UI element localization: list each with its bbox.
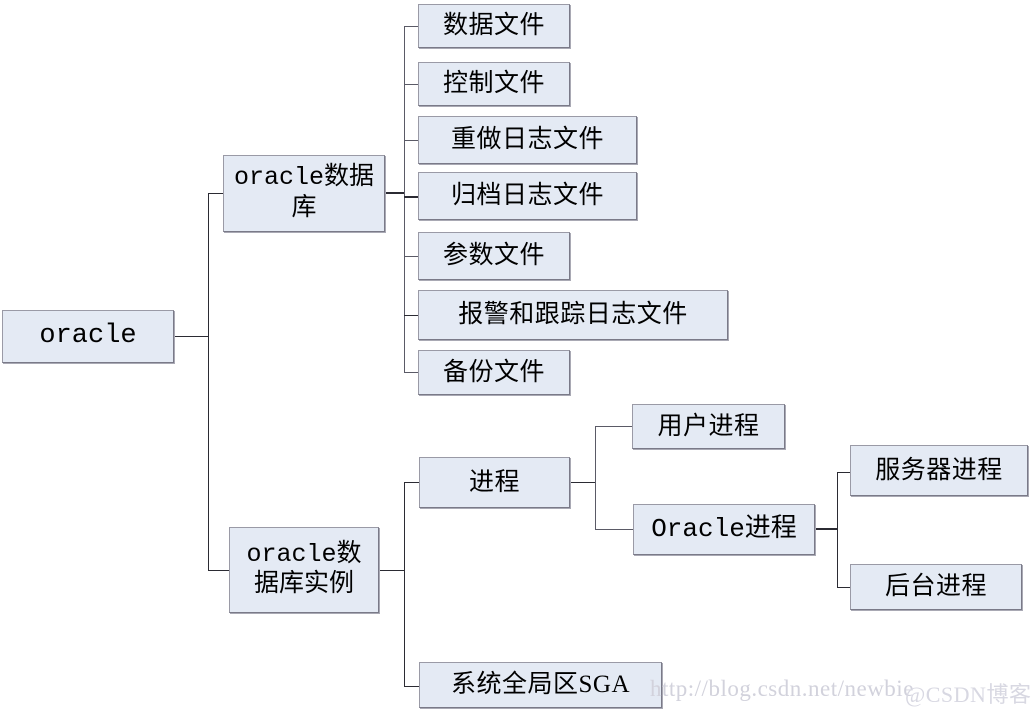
connector-oracle-process-to-server-process xyxy=(837,472,851,473)
connector-database-to-file-5 xyxy=(404,256,419,257)
connector-instance-spine xyxy=(404,482,405,687)
connector-database-to-file-7 xyxy=(404,372,419,373)
connector-database-to-file-3 xyxy=(404,140,419,141)
connector-database-to-file-4 xyxy=(404,196,419,198)
connector-database-stem xyxy=(385,192,405,194)
connector-database-spine xyxy=(404,26,405,372)
node-server-process[interactable]: 服务器进程 xyxy=(850,445,1028,496)
connector-root-to-database xyxy=(208,193,224,194)
connector-root-stem xyxy=(174,336,209,337)
node-backup-file[interactable]: 备份文件 xyxy=(418,350,570,395)
node-sga[interactable]: 系统全局区SGA xyxy=(419,662,662,708)
connector-instance-to-process xyxy=(404,482,420,483)
node-parameter-file[interactable]: 参数文件 xyxy=(418,232,570,280)
node-archive-log-file[interactable]: 归档日志文件 xyxy=(418,172,637,220)
node-background-process[interactable]: 后台进程 xyxy=(850,564,1022,610)
diagram-canvas: oracle oracle数据库 oracle数 据库实例 数据文件 控制文件 … xyxy=(0,0,1031,712)
connector-process-spine xyxy=(595,426,596,530)
watermark-url: http://blog.csdn.net/newbie xyxy=(650,676,914,701)
node-oracle-process[interactable]: Oracle进程 xyxy=(633,504,815,555)
node-data-file[interactable]: 数据文件 xyxy=(418,4,570,48)
connector-oracle-process-to-background-process xyxy=(837,587,851,588)
connector-database-to-file-2 xyxy=(404,84,419,85)
connector-database-to-file-1 xyxy=(404,26,419,27)
node-alert-and-trace-log-file[interactable]: 报警和跟踪日志文件 xyxy=(418,290,728,340)
connector-process-stem xyxy=(570,482,596,483)
connector-instance-stem xyxy=(379,570,405,571)
node-redo-log-file[interactable]: 重做日志文件 xyxy=(418,116,637,164)
node-control-file[interactable]: 控制文件 xyxy=(418,62,570,106)
connector-oracle-process-spine xyxy=(837,472,838,588)
connector-instance-to-sga xyxy=(404,686,420,687)
connector-root-to-instance xyxy=(208,570,230,571)
node-oracle-database-instance[interactable]: oracle数 据库实例 xyxy=(229,527,379,613)
connector-oracle-process-stem xyxy=(815,528,838,530)
node-oracle-database[interactable]: oracle数据库 xyxy=(223,155,385,232)
node-user-process[interactable]: 用户进程 xyxy=(632,404,785,449)
node-process[interactable]: 进程 xyxy=(419,457,570,508)
connector-root-spine xyxy=(208,193,209,571)
node-oracle-root[interactable]: oracle xyxy=(2,310,174,363)
connector-database-to-file-6 xyxy=(404,315,419,316)
watermark-csdn-stamp: @CSDN博客 xyxy=(905,682,1031,707)
connector-process-to-oracle-process xyxy=(595,529,633,530)
connector-process-to-user-process xyxy=(595,426,633,427)
